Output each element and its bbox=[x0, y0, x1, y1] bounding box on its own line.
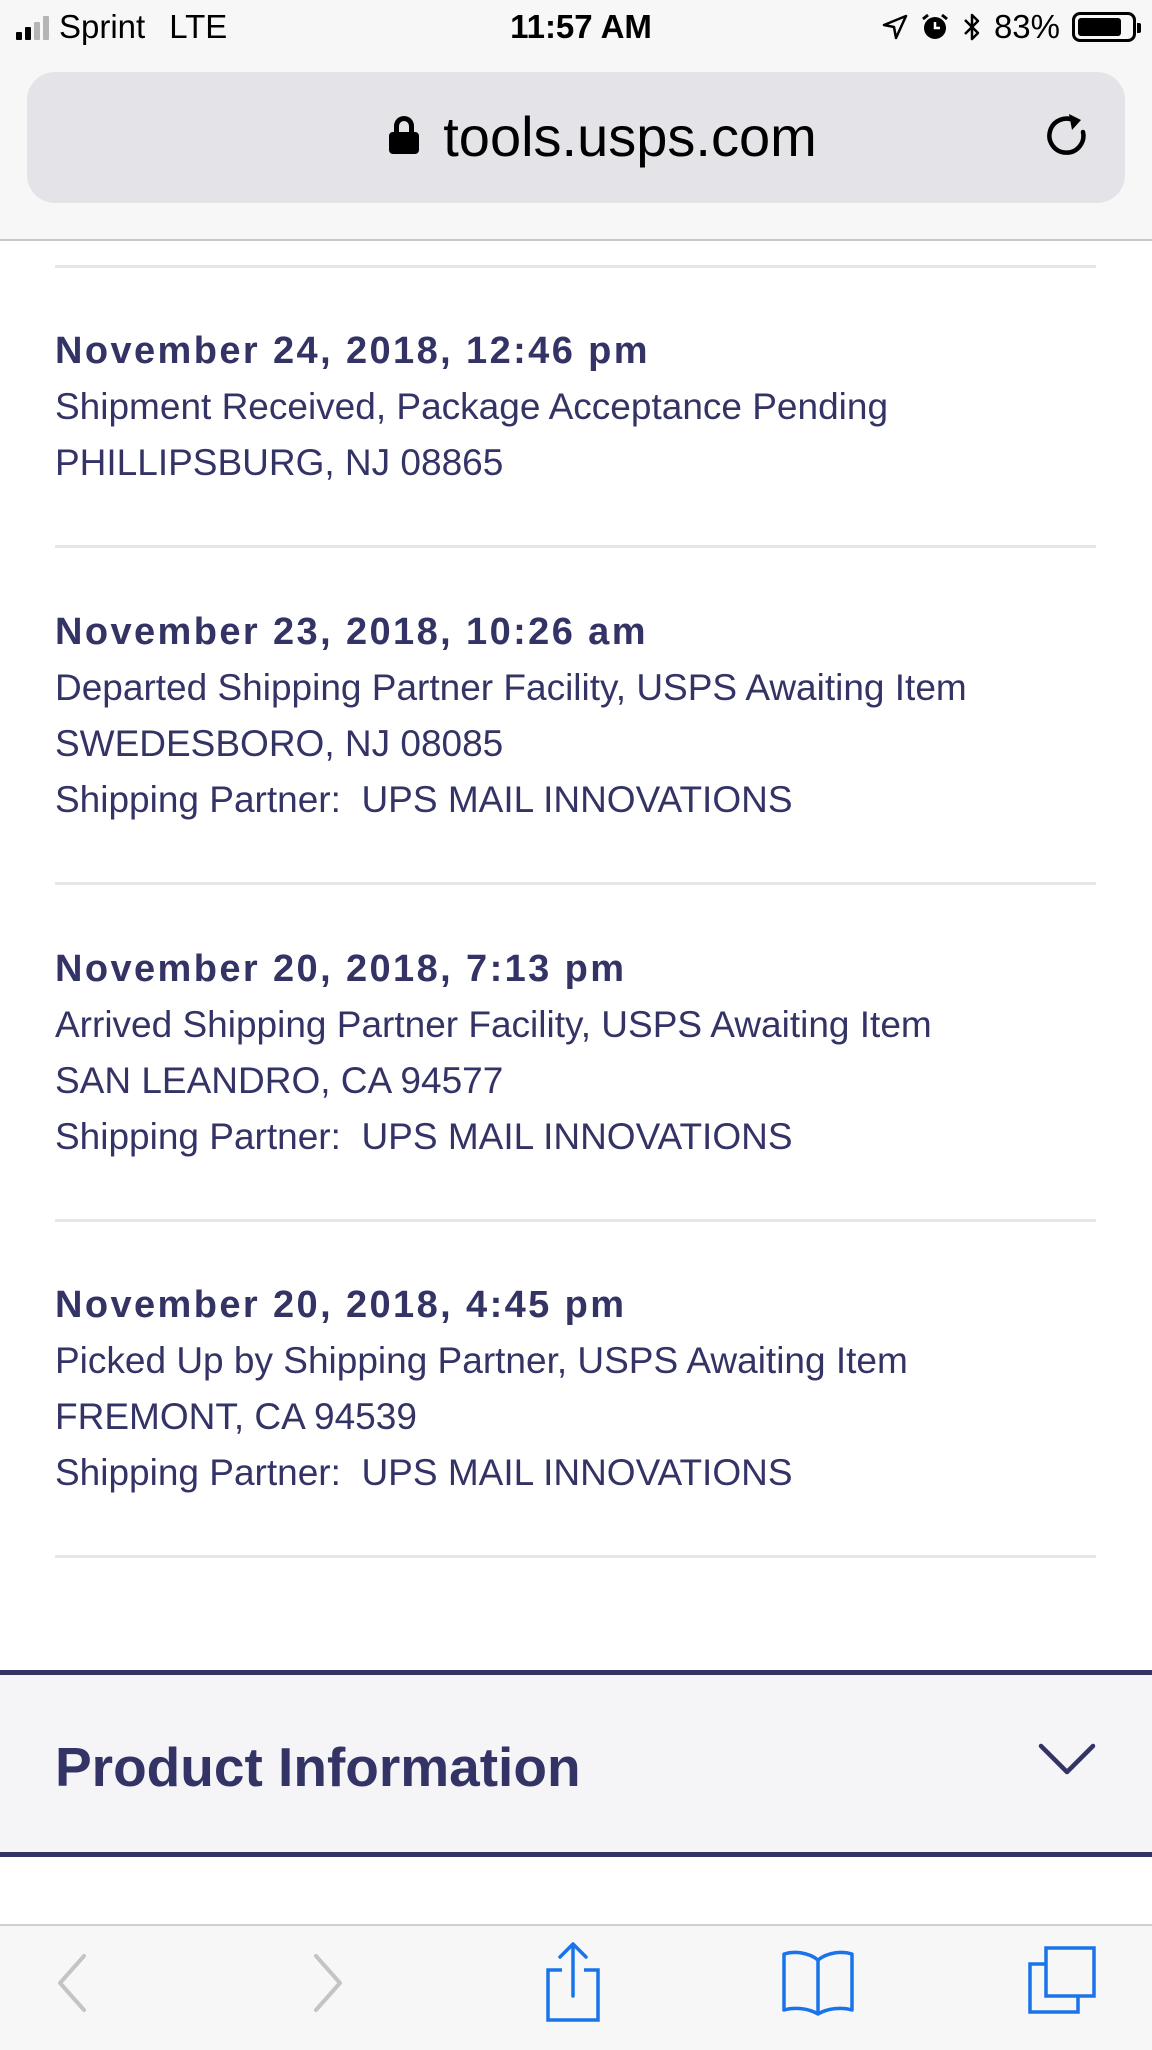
share-icon[interactable] bbox=[540, 1940, 606, 2024]
event-date: November 23, 2018, 10:26 am bbox=[55, 611, 648, 653]
divider bbox=[55, 882, 1096, 885]
status-bar: Sprint LTE 11:57 AM 83% bbox=[0, 0, 1152, 58]
location-arrow-icon bbox=[882, 14, 908, 40]
browser-chrome: tools.usps.com bbox=[0, 58, 1152, 241]
event-shipping-partner: Shipping Partner: UPS MAIL INNOVATIONS bbox=[55, 1452, 793, 1493]
divider bbox=[55, 1219, 1096, 1222]
forward-icon[interactable] bbox=[308, 1948, 348, 2018]
battery-icon bbox=[1072, 12, 1141, 42]
event-location: FREMONT, CA 94539 bbox=[55, 1396, 417, 1437]
event-status: Picked Up by Shipping Partner, USPS Awai… bbox=[55, 1340, 908, 1381]
event-shipping-partner: Shipping Partner: UPS MAIL INNOVATIONS bbox=[55, 779, 793, 820]
reload-icon[interactable] bbox=[1039, 108, 1095, 164]
lock-icon bbox=[389, 116, 420, 155]
tracking-event: November 20, 2018, 7:13 pm Arrived Shipp… bbox=[55, 941, 1115, 1165]
battery-fill bbox=[1078, 18, 1122, 36]
divider bbox=[55, 545, 1096, 548]
back-icon[interactable] bbox=[52, 1948, 92, 2018]
event-date: November 20, 2018, 7:13 pm bbox=[55, 948, 627, 990]
bluetooth-icon bbox=[964, 13, 980, 41]
divider bbox=[55, 265, 1096, 268]
event-shipping-partner: Shipping Partner: UPS MAIL INNOVATIONS bbox=[55, 1116, 793, 1157]
event-location: SAN LEANDRO, CA 94577 bbox=[55, 1060, 504, 1101]
browser-toolbar bbox=[0, 1924, 1152, 2050]
tabs-icon[interactable] bbox=[1026, 1944, 1098, 2016]
tracking-event: November 24, 2018, 12:46 pm Shipment Rec… bbox=[55, 323, 1115, 491]
bookmarks-icon[interactable] bbox=[780, 1948, 856, 2016]
url-text: tools.usps.com bbox=[443, 105, 817, 168]
product-information-accordion[interactable]: Product Information bbox=[0, 1670, 1152, 1857]
event-date: November 20, 2018, 4:45 pm bbox=[55, 1284, 627, 1326]
event-status: Arrived Shipping Partner Facility, USPS … bbox=[55, 1004, 932, 1045]
event-status: Shipment Received, Package Acceptance Pe… bbox=[55, 386, 889, 427]
event-location: SWEDESBORO, NJ 08085 bbox=[55, 723, 504, 764]
event-date: November 24, 2018, 12:46 pm bbox=[55, 330, 650, 372]
chevron-down-icon bbox=[1038, 1743, 1096, 1775]
event-location: PHILLIPSBURG, NJ 08865 bbox=[55, 442, 504, 483]
product-information-title: Product Information bbox=[55, 1736, 581, 1798]
battery-percent: 83% bbox=[993, 8, 1060, 45]
divider bbox=[55, 1555, 1096, 1558]
alarm-icon bbox=[922, 13, 948, 39]
tracking-event: November 20, 2018, 4:45 pm Picked Up by … bbox=[55, 1277, 1115, 1501]
event-status: Departed Shipping Partner Facility, USPS… bbox=[55, 667, 967, 708]
address-bar[interactable]: tools.usps.com bbox=[27, 72, 1125, 203]
tracking-event: November 23, 2018, 10:26 am Departed Shi… bbox=[55, 604, 1115, 828]
